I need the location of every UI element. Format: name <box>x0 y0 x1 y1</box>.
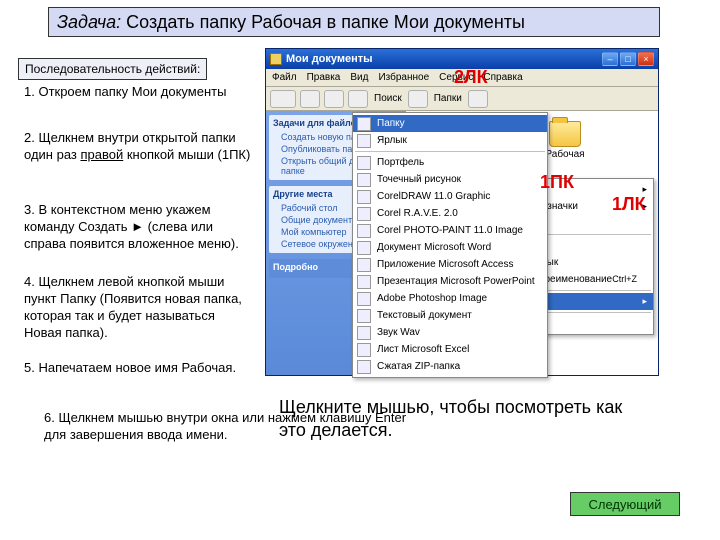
ctx-sub-item-label: Corel PHOTO-PAINT 11.0 Image <box>377 225 523 236</box>
ctx-sub-item[interactable]: Портфель <box>353 154 547 171</box>
nav-back-button[interactable] <box>270 90 296 108</box>
nav-up-button[interactable] <box>324 90 344 108</box>
ctx-sub-item-label: Текстовый документ <box>377 310 472 321</box>
ctx-sub-item[interactable]: Лист Microsoft Excel <box>353 341 547 358</box>
step-3: 3. В контекстном меню укажем команду Соз… <box>24 202 254 253</box>
ctx-sub-item-label: Документ Microsoft Word <box>377 242 491 253</box>
folder-label-work: Рабочая <box>545 149 584 160</box>
file-type-icon <box>357 326 371 340</box>
file-type-icon <box>357 156 371 170</box>
step-2-c: кнопкой мыши (1ПК) <box>123 147 250 162</box>
file-type-icon <box>357 207 371 221</box>
file-type-icon <box>357 343 371 357</box>
ctx-sub-item[interactable]: Точечный рисунок <box>353 171 547 188</box>
menu-help[interactable]: Справка <box>483 72 522 83</box>
ctx-sub-item[interactable]: Звук Wav <box>353 324 547 341</box>
file-type-icon <box>357 117 371 131</box>
minimize-button[interactable]: – <box>602 52 618 66</box>
ctx-sub-item-label: Ярлык <box>377 135 407 146</box>
folders-icon[interactable] <box>408 90 428 108</box>
file-type-icon <box>357 292 371 306</box>
file-type-icon <box>357 173 371 187</box>
instruction-text: Щелкните мышью, чтобы посмотреть как это… <box>279 396 639 443</box>
step-5: 5. Напечатаем новое имя Рабочая. <box>24 360 254 377</box>
titlebar[interactable]: Мои документы – □ × <box>266 49 658 69</box>
task-prefix: Задача: <box>57 12 126 32</box>
ctx-sub-sep <box>355 151 545 152</box>
menubar: Файл Правка Вид Избранное Сервис Справка <box>266 69 658 87</box>
folder-icon <box>549 121 581 147</box>
ctx-sub-item-label: Презентация Microsoft PowerPoint <box>377 276 535 287</box>
toolbar-folders-label[interactable]: Папки <box>434 93 462 104</box>
ctx-sub-item[interactable]: Документ Microsoft Word <box>353 239 547 256</box>
file-type-icon <box>357 258 371 272</box>
ctx-sub-item[interactable]: Ярлык <box>353 132 547 149</box>
ctx-sub-item[interactable]: Текстовый документ <box>353 307 547 324</box>
step-4: 4. Щелкнем левой кнопкой мыши пункт Папк… <box>24 274 254 342</box>
ctx-sub-item-label: CorelDRAW 11.0 Graphic <box>377 191 490 202</box>
toolbar: Поиск Папки <box>266 87 658 111</box>
step-2-underline: правой <box>80 147 123 162</box>
steps-label: Последовательность действий: <box>18 58 207 80</box>
menu-file[interactable]: Файл <box>272 72 297 83</box>
file-type-icon <box>357 190 371 204</box>
context-submenu-create: Папку Ярлык Портфель Точечный рисунок CorelD… <box>352 112 548 378</box>
toolbar-search-label[interactable]: Поиск <box>374 93 402 104</box>
step-1: 1. Откроем папку Мои документы <box>24 84 254 101</box>
window-title: Мои документы <box>286 53 602 65</box>
step-2: 2. Щелкнем внутри открытой папки один ра… <box>24 130 254 164</box>
next-button[interactable]: Следующий <box>570 492 680 516</box>
menu-fav[interactable]: Избранное <box>378 72 429 83</box>
close-button[interactable]: × <box>638 52 654 66</box>
file-type-icon <box>357 309 371 323</box>
file-type-icon <box>357 275 371 289</box>
task-text: Создать папку Рабочая в папке Мои докуме… <box>126 12 525 32</box>
maximize-button[interactable]: □ <box>620 52 636 66</box>
ctx-sub-item-label: Портфель <box>377 157 424 168</box>
nav-fwd-button[interactable] <box>300 90 320 108</box>
ctx-undo-key: Ctrl+Z <box>612 274 637 284</box>
ctx-sub-item-label: Сжатая ZIP-папка <box>377 361 460 372</box>
ctx-sub-item[interactable]: Приложение Microsoft Access <box>353 256 547 273</box>
ctx-sub-item[interactable]: Презентация Microsoft PowerPoint <box>353 273 547 290</box>
file-type-icon <box>357 224 371 238</box>
task-title: Задача: Создать папку Рабочая в папке Мо… <box>48 7 660 37</box>
file-type-icon <box>357 360 371 374</box>
titlebar-folder-icon <box>270 53 282 65</box>
search-icon[interactable] <box>348 90 368 108</box>
ctx-sub-item-label: Corel R.A.V.E. 2.0 <box>377 208 458 219</box>
file-type-icon <box>357 241 371 255</box>
ctx-sub-item[interactable]: Corel R.A.V.E. 2.0 <box>353 205 547 222</box>
ctx-sub-item-label: Adobe Photoshop Image <box>377 293 487 304</box>
menu-view[interactable]: Вид <box>350 72 368 83</box>
ctx-sub-item[interactable]: Папку <box>353 115 547 132</box>
menu-edit[interactable]: Правка <box>307 72 341 83</box>
file-type-icon <box>357 134 371 148</box>
ctx-sub-item[interactable]: Adobe Photoshop Image <box>353 290 547 307</box>
ctx-sub-item[interactable]: Corel PHOTO-PAINT 11.0 Image <box>353 222 547 239</box>
ctx-sub-item-label: Папку <box>377 118 405 129</box>
ctx-sub-item-label: Приложение Microsoft Access <box>377 259 513 270</box>
ctx-sub-item-label: Лист Microsoft Excel <box>377 344 469 355</box>
ctx-sub-item[interactable]: Сжатая ZIP-папка <box>353 358 547 375</box>
ctx-sub-item-label: Звук Wav <box>377 327 420 338</box>
ctx-sub-item-label: Точечный рисунок <box>377 174 461 185</box>
views-icon[interactable] <box>468 90 488 108</box>
ctx-sub-item[interactable]: CorelDRAW 11.0 Graphic <box>353 188 547 205</box>
menu-tools[interactable]: Сервис <box>439 72 473 83</box>
